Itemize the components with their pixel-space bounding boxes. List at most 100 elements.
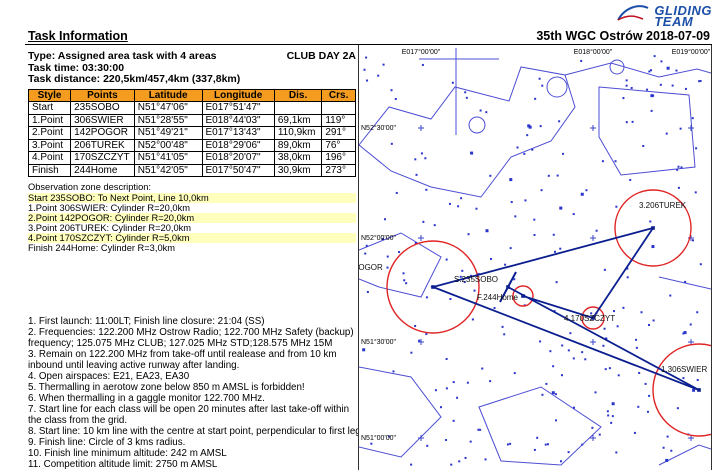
waypoint-dot: [533, 448, 536, 451]
waypoint-dot: [541, 393, 544, 396]
waypoint-dot: [666, 66, 670, 70]
waypoint-dot: [504, 263, 507, 266]
waypoint-dot: [559, 247, 562, 250]
waypoint-dot: [549, 350, 552, 353]
waypoint-dot: [555, 419, 558, 422]
waypoint-dot: [506, 443, 509, 446]
waypoint-dot: [638, 371, 641, 374]
waypoint-dot: [484, 458, 487, 461]
airspace-boundary: [658, 444, 711, 466]
waypoint-dot: [452, 419, 455, 422]
table-header-cell: Dis.: [273, 88, 323, 102]
waypoint-dot: [395, 191, 398, 194]
waypoint-dot: [420, 152, 423, 155]
waypoint-dot: [683, 331, 687, 335]
waypoint-dot: [509, 178, 513, 182]
waypoint-dot: [691, 117, 694, 120]
waypoint-dot: [503, 333, 506, 336]
waypoint-dot: [473, 289, 476, 292]
table-cell: 69,1km: [273, 113, 323, 127]
waypoint-dot: [452, 381, 455, 384]
rule-item: 5. Thermalling in aerotow zone below 850…: [28, 382, 305, 393]
waypoint-dot: [610, 421, 613, 424]
task-type-line: Type: Assigned area task with 4 areas CL…: [28, 50, 356, 63]
table-cell: 306SWIER: [70, 113, 135, 127]
turnpoint-label: 3.206TUREK: [639, 201, 687, 210]
table-cell: E017°50'47": [201, 163, 275, 177]
waypoint-dot: [665, 132, 668, 135]
waypoint-dot: [460, 197, 463, 200]
waypoint-dot: [554, 393, 557, 396]
waypoint-dot: [450, 463, 453, 466]
table-row: Start 235SOBO N51°47'06" E017°51'47": [27, 101, 356, 115]
waypoint-dot: [539, 340, 542, 343]
waypoint-dot: [445, 258, 448, 261]
waypoint-dot: [451, 81, 454, 84]
waypoint-dot: [418, 339, 421, 342]
graticule-cross: [590, 339, 596, 345]
waypoint-dot: [611, 415, 614, 418]
observation-line: 4.Point 170SZCZYT: Cylinder R=5,0km: [28, 233, 356, 243]
table-cell: 273°: [321, 163, 356, 177]
waypoint-dot: [572, 357, 575, 360]
waypoint-dot: [539, 125, 542, 128]
waypoint-dot: [551, 391, 555, 395]
waypoint-dot: [671, 84, 674, 87]
waypoint-dot: [699, 263, 702, 266]
waypoint-dot: [424, 157, 427, 160]
waypoint-dot: [646, 410, 649, 413]
airspace-boundary: [658, 276, 711, 290]
waypoint-dot: [598, 433, 601, 436]
waypoint-dot: [425, 333, 428, 336]
waypoint-dot: [669, 294, 672, 297]
observation-line: Start 235SOBO: To Next Point, Line 10,0k…: [28, 193, 356, 203]
waypoint-dot: [604, 368, 607, 371]
waypoint-dot: [445, 439, 448, 442]
page-title: Task Information: [28, 29, 128, 43]
waypoint-dot: [635, 346, 638, 349]
waypoint-dot: [695, 147, 698, 150]
graticule-cross: [590, 235, 596, 241]
waypoint-dot: [650, 69, 653, 72]
waypoint-dot: [510, 201, 513, 204]
waypoint-dot: [659, 83, 662, 86]
table-cell: 76°: [321, 138, 356, 152]
waypoint-dot: [448, 202, 451, 205]
airspace-boundary: [598, 86, 696, 176]
waypoint-dot: [469, 440, 472, 443]
waypoint-dot: [694, 191, 697, 194]
waypoint-dot: [457, 205, 460, 208]
table-cell: 119°: [321, 113, 356, 127]
waypoint-dot: [392, 370, 395, 373]
waypoint-dot: [509, 442, 512, 445]
waypoint-dot: [533, 233, 536, 236]
waypoint-dot: [622, 97, 625, 100]
waypoint-dot: [475, 207, 478, 210]
waypoint-dot: [546, 443, 549, 446]
waypoint-dot: [580, 59, 583, 62]
waypoint-dot: [456, 396, 459, 399]
waypoint-dot: [622, 306, 625, 309]
waypoint-dot: [461, 269, 464, 272]
turnpoint-label: 1.306SWIER: [661, 365, 707, 374]
waypoint-dot: [528, 125, 532, 129]
waypoint-dot: [523, 152, 526, 155]
waypoint-dot: [466, 381, 469, 384]
waypoint-dot: [660, 60, 663, 63]
waypoint-dot: [377, 74, 380, 77]
waypoint-dot: [602, 344, 605, 347]
waypoint-dot: [534, 97, 537, 100]
waypoint-dot: [501, 325, 504, 328]
table-row: Finish 244Home N51°42'05" E017°50'47" 30,9km…: [27, 163, 356, 177]
waypoint-dot: [652, 319, 655, 322]
rule-item: 4. Open airspaces: E21, EA23, EA30: [28, 371, 190, 382]
waypoint-dot: [415, 173, 418, 176]
waypoint-dot: [633, 431, 636, 434]
waypoint-dot: [677, 186, 680, 189]
observation-line: Finish 244Home: Cylinder R=3,0km: [28, 243, 176, 253]
waypoint-dot: [613, 310, 616, 313]
waypoint-dot: [680, 166, 683, 169]
task-distance-line: Task distance: 220,5km/457,4km (337,8km): [28, 73, 356, 86]
rule-item: 2. Frequencies: 122.200 MHz Ostrow Radio…: [28, 327, 354, 349]
table-cell: 291°: [321, 126, 356, 140]
